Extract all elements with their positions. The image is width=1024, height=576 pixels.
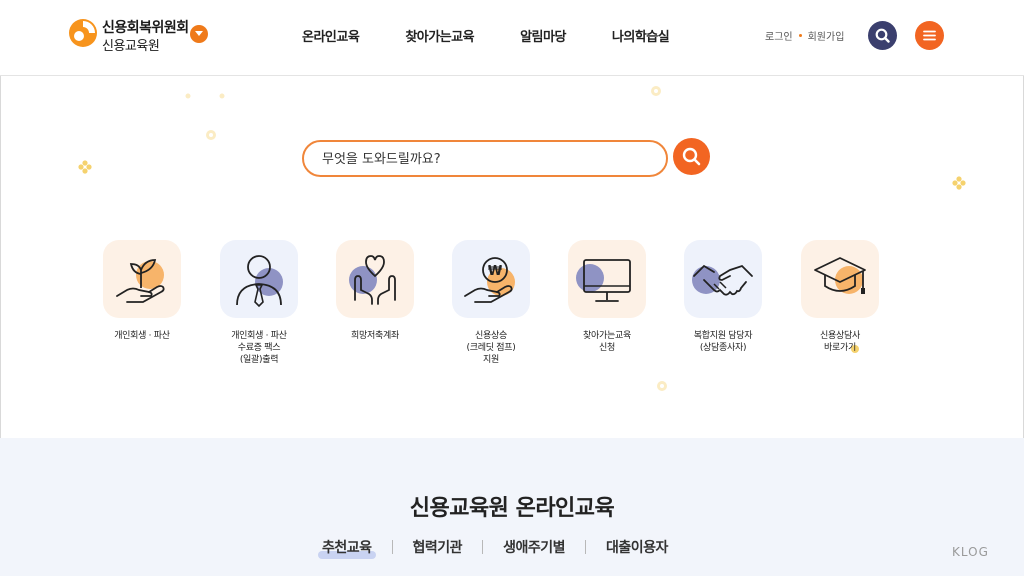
quick-item-credit-counselor[interactable]: 신용상담사 바로가기 <box>782 240 898 354</box>
flower-decoration-icon <box>657 381 667 391</box>
tab-partners[interactable]: 협력기관 <box>409 537 467 557</box>
quick-item-label: (크레딧 점프) <box>466 343 516 353</box>
logo-sub-name: 신용교육원 <box>102 39 160 54</box>
sparkle-decoration-icon <box>78 160 92 174</box>
quick-item-label: (일괄)출력 <box>239 355 279 365</box>
header-menu-button[interactable] <box>915 21 944 50</box>
quick-item-icon-box <box>336 240 414 318</box>
site-dropdown-button[interactable] <box>190 25 208 43</box>
quick-item-icon-box <box>684 240 762 318</box>
quick-item-visiting-apply[interactable]: 찾아가는교육 신청 <box>549 240 665 354</box>
nav-online-education[interactable]: 온라인교육 <box>302 26 360 45</box>
quick-item-label: 희망저축계좌 <box>351 331 399 341</box>
tab-divider <box>391 540 393 554</box>
watermark-text: KLOG <box>952 545 989 559</box>
sparkle-decoration-icon <box>952 176 966 190</box>
flower-decoration-icon <box>651 86 661 96</box>
quick-item-icon-box <box>801 240 879 318</box>
nav-my-learning[interactable]: 나의학습실 <box>612 26 670 45</box>
person-tie-icon <box>236 255 283 308</box>
signup-link[interactable]: 회원가입 <box>808 28 845 43</box>
main-nav: 온라인교육 찾아가는교육 알림마당 나의학습실 <box>302 26 715 45</box>
section-title: 신용교육원 온라인교육 <box>409 496 615 521</box>
chevron-down-icon <box>195 31 203 36</box>
quick-item-certificate-fax[interactable]: 개인회생 · 파산 수료증 팩스 (일괄)출력 <box>201 240 317 366</box>
tab-divider <box>584 540 586 554</box>
main-search-box <box>302 140 668 177</box>
header-search-button[interactable] <box>868 21 897 50</box>
monitor-icon <box>576 259 631 302</box>
quick-item-label: 신용상승 <box>475 331 507 341</box>
search-icon <box>875 28 890 43</box>
dot-decoration-icon <box>219 93 225 99</box>
nav-notice[interactable]: 알림마당 <box>520 26 566 45</box>
hamburger-menu-icon <box>923 30 936 41</box>
quick-item-label: 수료증 팩스 <box>237 343 281 353</box>
nav-visiting-education[interactable]: 찾아가는교육 <box>405 26 474 45</box>
quick-item-label: 개인회생 · 파산 <box>114 331 170 341</box>
quick-item-label: (상담종사자) <box>699 343 747 353</box>
hands-heart-icon <box>349 255 396 305</box>
tab-divider <box>482 540 484 554</box>
logo-org-name: 신용회복위원회 <box>102 20 189 36</box>
handshake-icon <box>692 264 753 296</box>
tab-loan-users[interactable]: 대출이용자 <box>602 537 672 557</box>
quick-item-label: 신용상담사 <box>820 331 860 341</box>
quick-item-label: 바로가기 <box>824 343 856 353</box>
util-links: 로그인 회원가입 <box>765 28 844 43</box>
graduation-cap-icon <box>814 257 866 294</box>
quick-item-label: 신청 <box>599 343 615 353</box>
quick-item-hope-savings[interactable]: 희망저축계좌 <box>317 240 433 342</box>
quick-item-icon-box <box>103 240 181 318</box>
search-icon <box>682 147 701 166</box>
education-tabs: 추천교육 협력기관 생애주기별 대출이용자 <box>318 536 672 559</box>
quick-item-label: 찾아가는교육 <box>583 331 631 341</box>
quick-item-icon-box <box>568 240 646 318</box>
main-search-button[interactable] <box>673 138 710 175</box>
quick-item-personal-rehab[interactable]: 개인회생 · 파산 <box>84 240 200 342</box>
quick-item-credit-jump[interactable]: ₩ 신용상승 (크레딧 점프) 지원 <box>433 240 549 366</box>
quick-menu: 개인회생 · 파산 개인회생 · 파산 수료증 팩스 (일괄)출력 희망저축계좌… <box>0 240 1024 380</box>
quick-item-icon-box: ₩ <box>452 240 530 318</box>
quick-item-icon-box <box>220 240 298 318</box>
svg-text:₩: ₩ <box>488 264 503 279</box>
quick-item-label: 지원 <box>483 355 499 365</box>
main-search-input[interactable] <box>322 148 652 170</box>
tab-recommended[interactable]: 추천교육 <box>318 537 376 559</box>
login-link[interactable]: 로그인 <box>765 28 793 43</box>
flower-decoration-icon <box>206 130 216 140</box>
quick-item-counselor[interactable]: 복합지원 담당자 (상담종사자) <box>665 240 781 354</box>
dot-decoration-icon <box>185 93 191 99</box>
tab-life-cycle[interactable]: 생애주기별 <box>499 537 569 557</box>
site-header: 신용회복위원회 신용교육원 온라인교육 찾아가는교육 알림마당 나의학습실 로그… <box>0 0 1024 76</box>
quick-item-label: 복합지원 담당자 <box>693 331 753 341</box>
util-separator <box>798 34 802 37</box>
online-education-section: 신용교육원 온라인교육 추천교육 협력기관 생애주기별 대출이용자 <box>0 438 1024 576</box>
coin-hand-icon: ₩ <box>464 257 515 303</box>
quick-item-label: 개인회생 · 파산 <box>231 331 287 341</box>
hand-plant-icon <box>116 259 165 303</box>
logo-mark-icon <box>69 19 97 47</box>
